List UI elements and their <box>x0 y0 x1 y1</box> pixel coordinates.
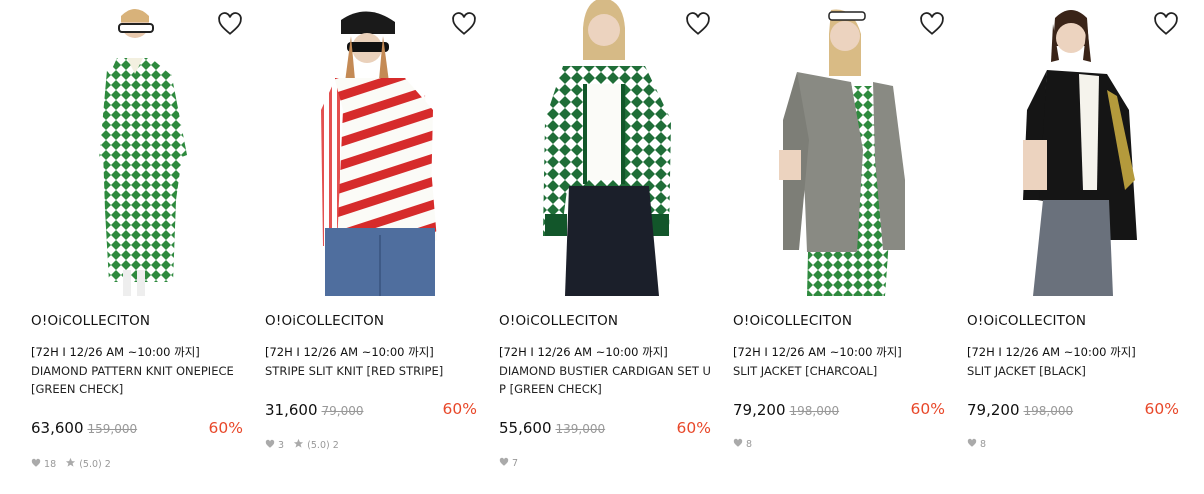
like-count: 7 <box>512 458 519 469</box>
discount-rate: 60% <box>910 400 945 418</box>
discount-rate: 60% <box>442 400 477 418</box>
product-image[interactable] <box>733 0 945 296</box>
wishlist-heart-icon[interactable] <box>451 11 477 37</box>
rating-text: (5.0) 2 <box>307 440 339 451</box>
product-photo-model-green-dress <box>99 9 187 296</box>
rating-star-icon <box>66 457 76 467</box>
product-photo-model-black-jacket <box>1023 10 1137 296</box>
price-row: 63,600 159,000 <box>31 419 137 437</box>
promo-tag: [72H I 12/26 AM ~10:00 까지] <box>499 345 668 359</box>
promo-tag: [72H I 12/26 AM ~10:00 까지] <box>265 345 434 359</box>
sale-price: 79,200 <box>733 401 786 419</box>
product-card[interactable]: O!OiCOLLECITON [72H I 12/26 AM ~10:00 까지… <box>499 0 711 494</box>
product-card[interactable]: O!OiCOLLECITON [72H I 12/26 AM ~10:00 까지… <box>733 0 945 494</box>
promo-tag: [72H I 12/26 AM ~10:00 까지] <box>967 345 1136 359</box>
sale-price: 31,600 <box>265 401 318 419</box>
price-row: 55,600 139,000 <box>499 419 605 437</box>
original-price: 79,000 <box>321 404 364 418</box>
sale-price: 63,600 <box>31 419 84 437</box>
like-count: 8 <box>980 439 987 450</box>
original-price: 139,000 <box>555 422 606 436</box>
promo-tag: [72H I 12/26 AM ~10:00 까지] <box>31 345 200 359</box>
like-count: 3 <box>278 440 285 451</box>
brand-name[interactable]: O!OiCOLLECITON <box>265 313 384 329</box>
discount-rate: 60% <box>676 419 711 437</box>
product-image[interactable] <box>265 0 477 296</box>
wishlist-heart-icon[interactable] <box>217 11 243 37</box>
product-meta: 3 (5.0) 2 <box>265 438 339 451</box>
brand-name[interactable]: O!OiCOLLECITON <box>31 313 150 329</box>
original-price: 198,000 <box>789 404 840 418</box>
product-image[interactable] <box>31 0 243 296</box>
product-meta: 8 <box>733 438 752 450</box>
product-photo-model-charcoal-jacket <box>779 9 905 296</box>
product-name[interactable]: DIAMOND PATTERN KNIT ONEPIECE [GREEN CHE… <box>31 362 243 398</box>
like-count: 18 <box>44 459 57 470</box>
like-count: 8 <box>746 439 753 450</box>
discount-rate: 60% <box>208 419 243 437</box>
product-image[interactable] <box>499 0 711 296</box>
like-count-heart-icon <box>265 439 275 448</box>
wishlist-heart-icon[interactable] <box>919 11 945 37</box>
product-card[interactable]: O!OiCOLLECITON [72H I 12/26 AM ~10:00 까지… <box>31 0 243 494</box>
brand-name[interactable]: O!OiCOLLECITON <box>499 313 618 329</box>
product-meta: 8 <box>967 438 986 450</box>
product-photo-model-green-cardigan <box>543 0 671 296</box>
price-row: 79,200 198,000 <box>967 401 1073 419</box>
like-count-heart-icon <box>733 438 743 447</box>
discount-rate: 60% <box>1144 400 1179 418</box>
brand-name[interactable]: O!OiCOLLECITON <box>967 313 1086 329</box>
sale-price: 79,200 <box>967 401 1020 419</box>
rating-text: (5.0) 2 <box>79 459 111 470</box>
product-name[interactable]: DIAMOND BUSTIER CARDIGAN SET UP [GREEN C… <box>499 362 711 398</box>
wishlist-heart-icon[interactable] <box>685 11 711 37</box>
like-count-heart-icon <box>967 438 977 447</box>
price-row: 31,600 79,000 <box>265 401 364 419</box>
like-count-heart-icon <box>499 457 509 466</box>
brand-name[interactable]: O!OiCOLLECITON <box>733 313 852 329</box>
wishlist-heart-icon[interactable] <box>1153 11 1179 37</box>
sale-price: 55,600 <box>499 419 552 437</box>
product-name[interactable]: SLIT JACKET [CHARCOAL] <box>733 362 945 380</box>
promo-tag: [72H I 12/26 AM ~10:00 까지] <box>733 345 902 359</box>
product-meta: 18 (5.0) 2 <box>31 457 111 470</box>
product-photo-model-stripe-knit <box>321 11 437 296</box>
price-row: 79,200 198,000 <box>733 401 839 419</box>
product-grid: O!OiCOLLECITON [72H I 12/26 AM ~10:00 까지… <box>0 0 1204 494</box>
like-count-heart-icon <box>31 458 41 467</box>
product-image[interactable] <box>967 0 1179 296</box>
rating-star-icon <box>294 438 304 448</box>
original-price: 198,000 <box>1023 404 1074 418</box>
product-card[interactable]: O!OiCOLLECITON [72H I 12/26 AM ~10:00 까지… <box>265 0 477 494</box>
product-card[interactable]: O!OiCOLLECITON [72H I 12/26 AM ~10:00 까지… <box>967 0 1179 494</box>
product-meta: 7 <box>499 457 518 469</box>
product-name[interactable]: STRIPE SLIT KNIT [RED STRIPE] <box>265 362 477 380</box>
product-name[interactable]: SLIT JACKET [BLACK] <box>967 362 1179 380</box>
original-price: 159,000 <box>87 422 138 436</box>
